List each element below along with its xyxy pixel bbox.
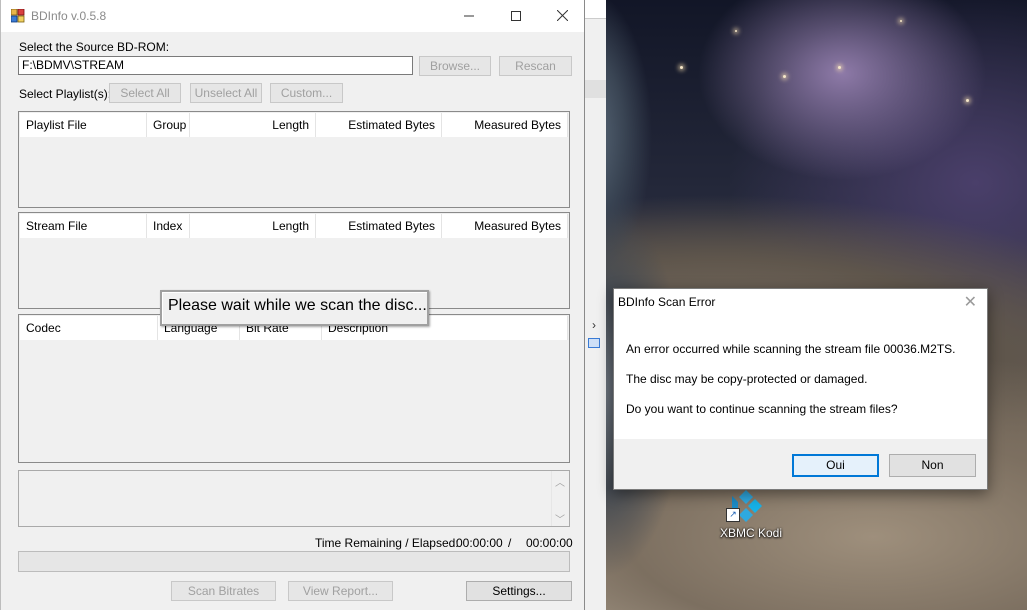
minimize-icon xyxy=(464,15,474,17)
source-path-input[interactable]: F:\BDMV\STREAM xyxy=(18,56,413,75)
close-icon xyxy=(556,9,568,22)
browse-button[interactable]: Browse... xyxy=(419,56,491,76)
maximize-icon xyxy=(511,11,521,21)
source-label: Select the Source BD-ROM: xyxy=(19,40,170,54)
time-elapsed: 00:00:00 xyxy=(526,536,573,550)
error-message: An error occurred while scanning the str… xyxy=(626,342,956,356)
column-header[interactable]: Estimated Bytes xyxy=(316,214,442,238)
unselect-all-button[interactable]: Unselect All xyxy=(190,83,262,103)
star xyxy=(783,75,786,78)
column-header[interactable]: Measured Bytes xyxy=(442,113,568,137)
column-header[interactable]: Length xyxy=(190,214,316,238)
stream-list-header: Stream File Index Length Estimated Bytes… xyxy=(20,214,568,238)
scan-bitrates-button[interactable]: Scan Bitrates xyxy=(171,581,276,601)
codec-list[interactable]: Codec Language Bit Rate Description xyxy=(18,314,570,463)
chevron-right-icon: › xyxy=(592,318,596,332)
column-header[interactable]: Playlist File xyxy=(20,113,147,137)
bdinfo-window: BDInfo v.0.5.8 Select the Source BD-ROM:… xyxy=(0,0,585,610)
window-icon xyxy=(588,338,600,348)
custom-button[interactable]: Custom... xyxy=(270,83,343,103)
close-button[interactable] xyxy=(539,0,585,32)
playlist-label: Select Playlist(s): xyxy=(19,87,112,101)
minimize-button[interactable] xyxy=(446,0,492,32)
background-window-strip xyxy=(584,80,606,98)
window-title: BDInfo v.0.5.8 xyxy=(31,9,107,23)
playlist-list[interactable]: Playlist File Group Length Estimated Byt… xyxy=(18,111,570,208)
dialog-title: BDInfo Scan Error xyxy=(618,295,716,309)
star xyxy=(966,99,969,102)
star xyxy=(735,30,737,32)
app-icon xyxy=(11,9,25,23)
error-question: Do you want to continue scanning the str… xyxy=(626,402,898,416)
column-header[interactable]: Group xyxy=(147,113,190,137)
column-header[interactable]: Codec xyxy=(20,316,158,340)
yes-button[interactable]: Oui xyxy=(792,454,879,477)
star xyxy=(838,66,841,69)
column-header[interactable]: Estimated Bytes xyxy=(316,113,442,137)
column-header[interactable]: Measured Bytes xyxy=(442,214,568,238)
scroll-down-icon[interactable]: ﹀ xyxy=(555,511,565,526)
background-window-top xyxy=(584,0,606,19)
vertical-scrollbar[interactable]: ︿ ﹀ xyxy=(551,471,569,526)
dialog-footer: Oui Non xyxy=(614,439,987,489)
error-message: The disc may be copy-protected or damage… xyxy=(626,372,868,386)
select-all-button[interactable]: Select All xyxy=(109,83,181,103)
rescan-button[interactable]: Rescan xyxy=(499,56,572,76)
shortcut-label: XBMC Kodi xyxy=(719,526,783,540)
column-header[interactable]: Length xyxy=(190,113,316,137)
close-icon[interactable]: ✕ xyxy=(964,292,977,312)
background-window: › xyxy=(583,0,606,610)
scroll-up-icon[interactable]: ︿ xyxy=(555,474,565,489)
log-textbox[interactable]: ︿ ﹀ xyxy=(18,470,570,527)
time-label: Time Remaining / Elapsed: xyxy=(315,536,459,550)
time-separator: / xyxy=(508,536,512,550)
no-button[interactable]: Non xyxy=(889,454,976,477)
scan-message: Please wait while we scan the disc... xyxy=(168,297,427,314)
scan-progress-bar xyxy=(18,551,570,572)
scan-progress-popup: Please wait while we scan the disc... xyxy=(160,290,429,326)
column-header[interactable]: Index xyxy=(147,214,190,238)
playlist-list-header: Playlist File Group Length Estimated Byt… xyxy=(20,113,568,137)
view-report-button[interactable]: View Report... xyxy=(288,581,393,601)
time-remaining: 00:00:00 xyxy=(456,536,503,550)
column-header[interactable]: Stream File xyxy=(20,214,147,238)
shortcut-arrow-icon: ↗ xyxy=(726,508,740,522)
star xyxy=(900,20,902,22)
maximize-button[interactable] xyxy=(493,0,539,32)
kodi-shortcut[interactable]: ↗ XBMC Kodi xyxy=(716,488,786,548)
star xyxy=(680,66,683,69)
title-bar[interactable]: BDInfo v.0.5.8 xyxy=(1,0,584,32)
scan-error-dialog: BDInfo Scan Error ✕ An error occurred wh… xyxy=(613,288,988,490)
settings-button[interactable]: Settings... xyxy=(466,581,572,601)
